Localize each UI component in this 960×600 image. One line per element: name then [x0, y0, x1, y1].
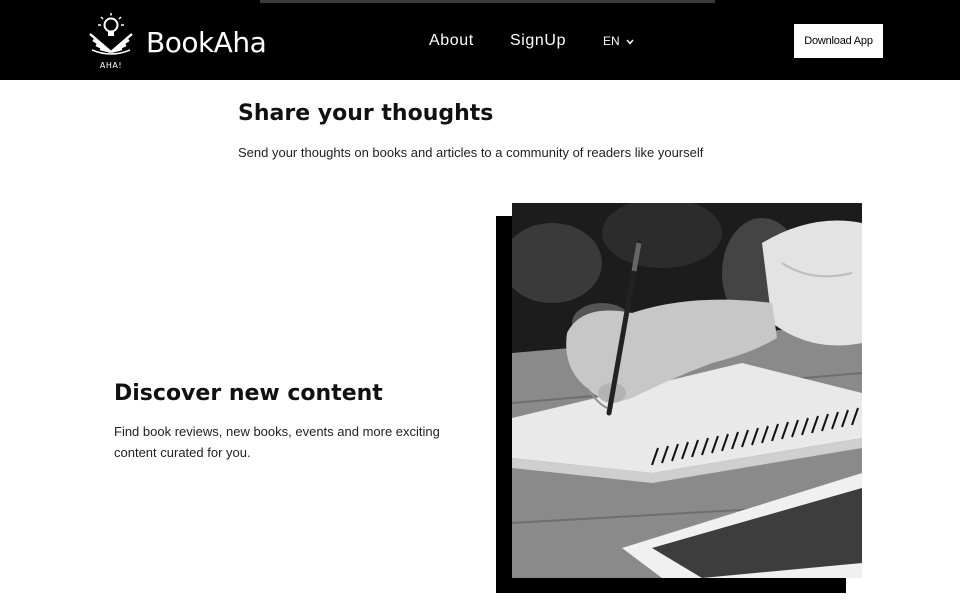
chevron-down-icon [626, 34, 634, 48]
nav-about-link[interactable]: About [429, 32, 474, 50]
discover-section-title: Discover new content [114, 381, 383, 406]
share-section-title: Share your thoughts [238, 101, 494, 126]
navbar-top-sliver [260, 0, 715, 3]
share-section-text: Send your thoughts on books and articles… [238, 145, 704, 160]
language-label: EN [603, 34, 620, 48]
download-app-button[interactable]: Download App [794, 24, 883, 58]
nav-signup-link[interactable]: SignUp [510, 32, 566, 50]
language-selector[interactable]: EN [603, 34, 634, 48]
discover-section-text: Find book reviews, new books, events and… [114, 424, 440, 460]
bookaha-logo-icon[interactable]: AHA! [86, 12, 136, 70]
brand-name[interactable]: BookAha [146, 26, 267, 59]
writing-notebook-image [512, 203, 862, 578]
logo-text: AHA! [100, 61, 122, 70]
top-navbar: AHA! BookAha About SignUp EN Download Ap… [0, 0, 960, 80]
